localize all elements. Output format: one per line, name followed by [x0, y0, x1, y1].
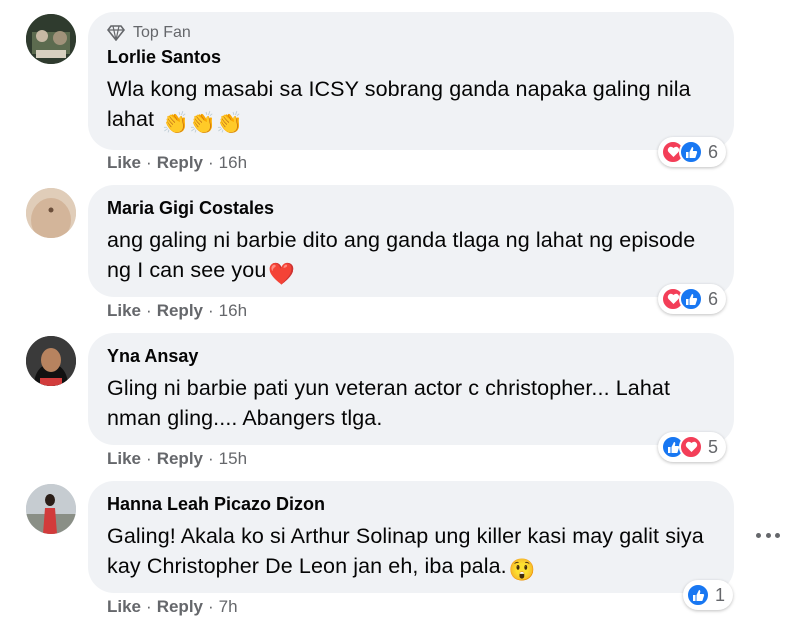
- like-icon: [679, 287, 703, 311]
- comment-actions: Like · Reply · 7h: [107, 597, 238, 617]
- reply-link[interactable]: Reply: [157, 153, 203, 173]
- timestamp[interactable]: 7h: [219, 597, 238, 617]
- comment-bubble: Hanna Leah Picazo Dizon Galing! Akala ko…: [88, 481, 734, 593]
- reaction-summary[interactable]: 6: [658, 284, 727, 314]
- comment-actions: Like · Reply · 16h: [107, 301, 247, 321]
- badge-label: Top Fan: [133, 24, 191, 41]
- reaction-count: 6: [708, 141, 719, 162]
- separator: ·: [208, 153, 214, 172]
- separator: ·: [146, 153, 152, 172]
- top-fan-badge[interactable]: Top Fan: [107, 24, 714, 42]
- separator: ·: [208, 449, 214, 468]
- clapping-hands-emoji: 👏👏👏: [162, 111, 243, 135]
- comment-actions: Like · Reply · 16h: [107, 153, 247, 173]
- diamond-icon: [107, 25, 125, 41]
- astonished-face-emoji: 😲: [508, 558, 536, 582]
- like-link[interactable]: Like: [107, 597, 141, 617]
- timestamp[interactable]: 16h: [219, 301, 247, 321]
- comment-author[interactable]: Lorlie Santos: [107, 46, 714, 68]
- comment-body: Galing! Akala ko si Arthur Solinap ung k…: [107, 524, 704, 578]
- like-icon: [679, 140, 703, 164]
- dot-icon: [775, 532, 780, 538]
- separator: ·: [146, 449, 152, 468]
- reply-link[interactable]: Reply: [157, 301, 203, 321]
- reaction-summary[interactable]: 1: [683, 580, 734, 610]
- reply-link[interactable]: Reply: [157, 597, 203, 617]
- separator: ·: [208, 301, 214, 320]
- comment-text: Galing! Akala ko si Arthur Solinap ung k…: [107, 521, 714, 585]
- comment-text: Gling ni barbie pati yun veteran actor c…: [107, 376, 671, 430]
- like-link[interactable]: Like: [107, 449, 141, 469]
- comment-body: ang galing ni barbie dito ang ganda tlag…: [107, 228, 696, 282]
- reply-link[interactable]: Reply: [157, 449, 203, 469]
- separator: ·: [208, 597, 214, 616]
- avatar[interactable]: [26, 14, 76, 64]
- reaction-count: 6: [708, 288, 719, 309]
- comment-author[interactable]: Yna Ansay: [107, 345, 714, 367]
- comment-actions: Like · Reply · 15h: [107, 449, 247, 469]
- like-icon: [686, 583, 710, 607]
- like-link[interactable]: Like: [107, 301, 141, 321]
- reaction-summary[interactable]: 5: [658, 432, 727, 462]
- avatar[interactable]: [26, 336, 76, 386]
- red-heart-emoji: ❤️: [268, 262, 296, 286]
- timestamp[interactable]: 16h: [219, 153, 247, 173]
- reaction-summary[interactable]: 6: [658, 137, 727, 167]
- reaction-count: 5: [708, 436, 719, 457]
- comment-author[interactable]: Hanna Leah Picazo Dizon: [107, 493, 714, 515]
- avatar[interactable]: [26, 188, 76, 238]
- comment-text: ang galing ni barbie dito ang ganda tlag…: [107, 225, 714, 289]
- separator: ·: [146, 301, 152, 320]
- timestamp[interactable]: 15h: [219, 449, 247, 469]
- avatar[interactable]: [26, 484, 76, 534]
- love-icon: [679, 435, 703, 459]
- comment-text: Wla kong masabi sa ICSY sobrang ganda na…: [107, 74, 714, 138]
- comment-bubble: Yna Ansay Gling ni barbie pati yun veter…: [88, 333, 734, 445]
- like-link[interactable]: Like: [107, 153, 141, 173]
- comment-author[interactable]: Maria Gigi Costales: [107, 197, 714, 219]
- comment-bubble: Maria Gigi Costales ang galing ni barbie…: [88, 185, 734, 297]
- reaction-count: 1: [715, 584, 726, 605]
- more-options-icon[interactable]: [756, 528, 780, 542]
- dot-icon: [765, 532, 771, 538]
- separator: ·: [146, 597, 152, 616]
- dot-icon: [756, 532, 761, 538]
- comment-bubble: Top Fan Lorlie Santos Wla kong masabi sa…: [88, 12, 734, 150]
